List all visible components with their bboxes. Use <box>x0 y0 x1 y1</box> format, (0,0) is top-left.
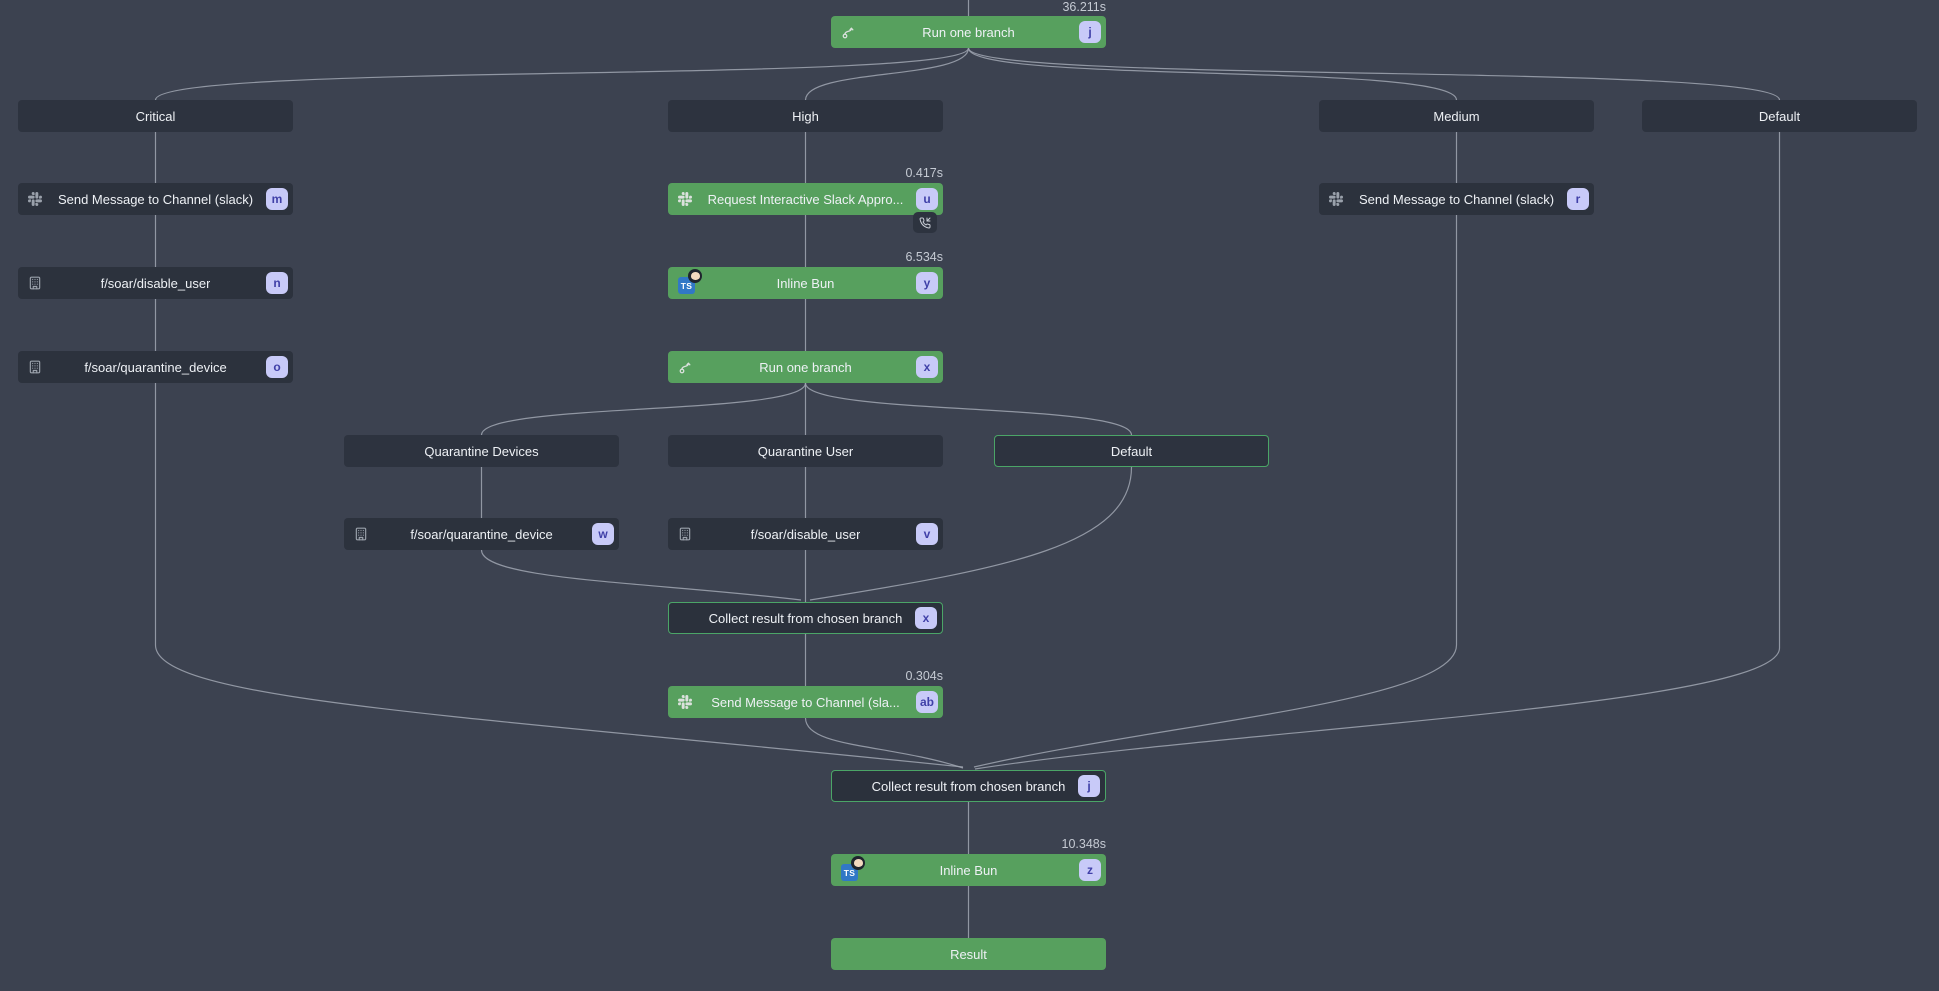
node-result[interactable]: Result <box>831 938 1106 970</box>
node-inline-bun-y[interactable]: TS Inline Bun y <box>668 267 943 299</box>
building-icon <box>28 360 42 374</box>
node-label: Send Message to Channel (slack) <box>1359 192 1554 207</box>
node-label: Result <box>950 947 987 962</box>
timing-label: 36.211s <box>831 0 1106 14</box>
node-badge: x <box>916 356 938 378</box>
node-label: Run one branch <box>759 360 852 375</box>
node-label: Request Interactive Slack Appro... <box>708 192 904 207</box>
node-badge: r <box>1567 188 1589 210</box>
branch-header-label: Medium <box>1433 109 1479 124</box>
slack-icon <box>28 192 42 206</box>
branch-header-medium[interactable]: Medium <box>1319 100 1594 132</box>
slack-icon <box>678 192 692 206</box>
branch-header-quarantine-devices[interactable]: Quarantine Devices <box>344 435 619 467</box>
node-send-message-ab[interactable]: Send Message to Channel (sla... ab <box>668 686 943 718</box>
node-label: Collect result from chosen branch <box>872 779 1066 794</box>
branch-header-label: Quarantine Devices <box>424 444 538 459</box>
building-icon <box>28 276 42 290</box>
node-disable-user-critical[interactable]: f/soar/disable_user n <box>18 267 293 299</box>
node-label: Inline Bun <box>940 863 998 878</box>
workflow-graph-canvas: 36.211s 0.417s 6.534s 0.304s 10.348s Run… <box>0 0 1939 991</box>
node-run-one-branch-top[interactable]: Run one branch j <box>831 16 1106 48</box>
node-badge: j <box>1078 775 1100 797</box>
node-disable-user-v[interactable]: f/soar/disable_user v <box>668 518 943 550</box>
node-label: Send Message to Channel (sla... <box>711 695 900 710</box>
node-label: Run one branch <box>922 25 1015 40</box>
node-badge: v <box>916 523 938 545</box>
typescript-bun-icon: TS <box>841 858 873 884</box>
slack-icon <box>678 695 692 709</box>
branch-header-default[interactable]: Default <box>1642 100 1917 132</box>
node-send-message-critical[interactable]: Send Message to Channel (slack) m <box>18 183 293 215</box>
node-label: f/soar/disable_user <box>751 527 861 542</box>
node-inline-bun-z[interactable]: TS Inline Bun z <box>831 854 1106 886</box>
node-collect-result-j[interactable]: Collect result from chosen branch j <box>831 770 1106 802</box>
node-badge: w <box>592 523 614 545</box>
branch-header-critical[interactable]: Critical <box>18 100 293 132</box>
node-quarantine-device-w[interactable]: f/soar/quarantine_device w <box>344 518 619 550</box>
node-label: f/soar/quarantine_device <box>84 360 226 375</box>
branch-header-label: Default <box>1111 444 1152 459</box>
node-quarantine-device-critical[interactable]: f/soar/quarantine_device o <box>18 351 293 383</box>
node-request-slack-approval[interactable]: Request Interactive Slack Appro... u <box>668 183 943 215</box>
node-badge: m <box>266 188 288 210</box>
node-badge: x <box>915 607 937 629</box>
timing-label: 6.534s <box>668 250 943 264</box>
node-label: Inline Bun <box>777 276 835 291</box>
node-badge: j <box>1079 21 1101 43</box>
node-badge: u <box>916 188 938 210</box>
timing-label: 10.348s <box>831 837 1106 851</box>
building-icon <box>678 527 692 541</box>
timing-label: 0.417s <box>668 166 943 180</box>
timing-label: 0.304s <box>668 669 943 683</box>
node-badge: y <box>916 272 938 294</box>
building-icon <box>354 527 368 541</box>
node-label: Send Message to Channel (slack) <box>58 192 253 207</box>
typescript-bun-icon: TS <box>678 271 710 297</box>
node-label: f/soar/disable_user <box>101 276 211 291</box>
phone-incoming-icon <box>913 212 937 233</box>
node-badge: z <box>1079 859 1101 881</box>
node-label: f/soar/quarantine_device <box>410 527 552 542</box>
node-send-message-medium[interactable]: Send Message to Channel (slack) r <box>1319 183 1594 215</box>
branch-header-quarantine-user[interactable]: Quarantine User <box>668 435 943 467</box>
branch-header-high[interactable]: High <box>668 100 943 132</box>
branch-header-sub-default[interactable]: Default <box>994 435 1269 467</box>
slack-icon <box>1329 192 1343 206</box>
branch-header-label: Critical <box>136 109 176 124</box>
branch-header-label: Quarantine User <box>758 444 853 459</box>
node-run-one-branch-x[interactable]: Run one branch x <box>668 351 943 383</box>
branch-header-label: Default <box>1759 109 1800 124</box>
branch-header-label: High <box>792 109 819 124</box>
node-badge: ab <box>916 691 938 713</box>
branch-icon <box>841 24 857 40</box>
node-badge: o <box>266 356 288 378</box>
node-label: Collect result from chosen branch <box>709 611 903 626</box>
node-collect-result-x[interactable]: Collect result from chosen branch x <box>668 602 943 634</box>
branch-icon <box>678 359 694 375</box>
node-badge: n <box>266 272 288 294</box>
